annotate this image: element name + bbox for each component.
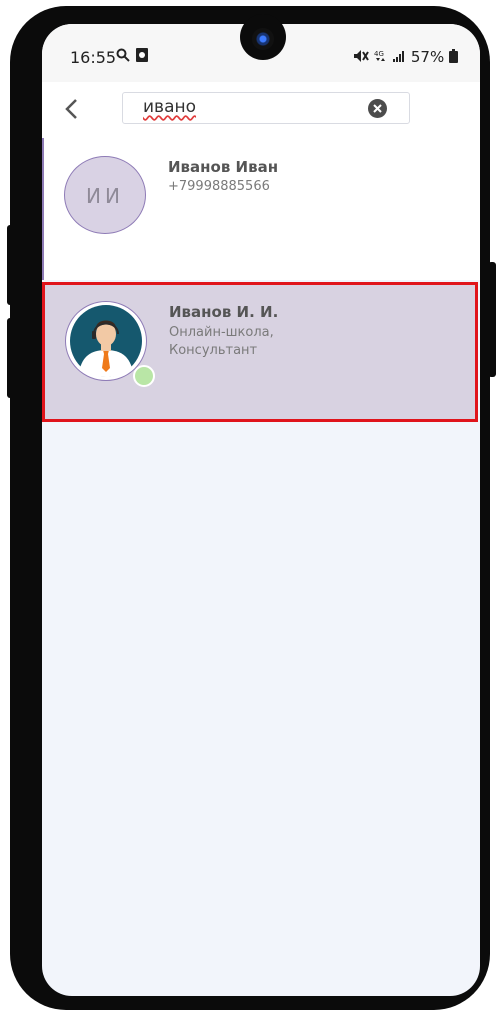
person-avatar-icon — [70, 305, 142, 377]
list-item-selected[interactable]: Иванов И. И. Онлайн-школа, Консультант — [42, 282, 478, 422]
contact-line2: Консультант — [169, 343, 258, 358]
app-icon — [136, 48, 148, 66]
list-item[interactable]: ИИ Иванов Иван +79998885566 — [42, 138, 480, 280]
front-camera — [252, 28, 274, 50]
contact-name: Иванов Иван — [168, 158, 279, 176]
mute-icon — [353, 50, 369, 62]
signal-icon — [393, 51, 405, 62]
clear-search-button[interactable] — [368, 99, 387, 118]
search-header: ивано — [42, 82, 480, 138]
status-right-group: 4G 57% — [353, 48, 458, 66]
search-query[interactable]: ивано — [143, 97, 196, 117]
contact-name: Иванов И. И. — [169, 303, 279, 321]
network-4g-icon: 4G — [374, 50, 386, 61]
contact-line1: Онлайн-школа, — [169, 325, 274, 340]
online-status-dot — [133, 365, 155, 387]
svg-text:4G: 4G — [374, 50, 384, 58]
battery-icon — [449, 49, 458, 63]
chevron-left-icon — [65, 99, 77, 119]
phone-screen: 16:55 4G 57% ивано ИИ Иванов Иван +79998… — [42, 24, 480, 996]
search-icon — [116, 48, 130, 66]
status-time: 16:55 — [70, 48, 117, 67]
avatar: ИИ — [64, 156, 146, 234]
phone-frame: 16:55 4G 57% ивано ИИ Иванов Иван +79998… — [10, 6, 490, 1010]
clear-search-icon — [373, 104, 382, 113]
search-input[interactable]: ивано — [122, 92, 410, 124]
contact-phone: +79998885566 — [168, 179, 270, 194]
back-button[interactable] — [64, 92, 92, 126]
battery-percent: 57% — [410, 48, 445, 66]
